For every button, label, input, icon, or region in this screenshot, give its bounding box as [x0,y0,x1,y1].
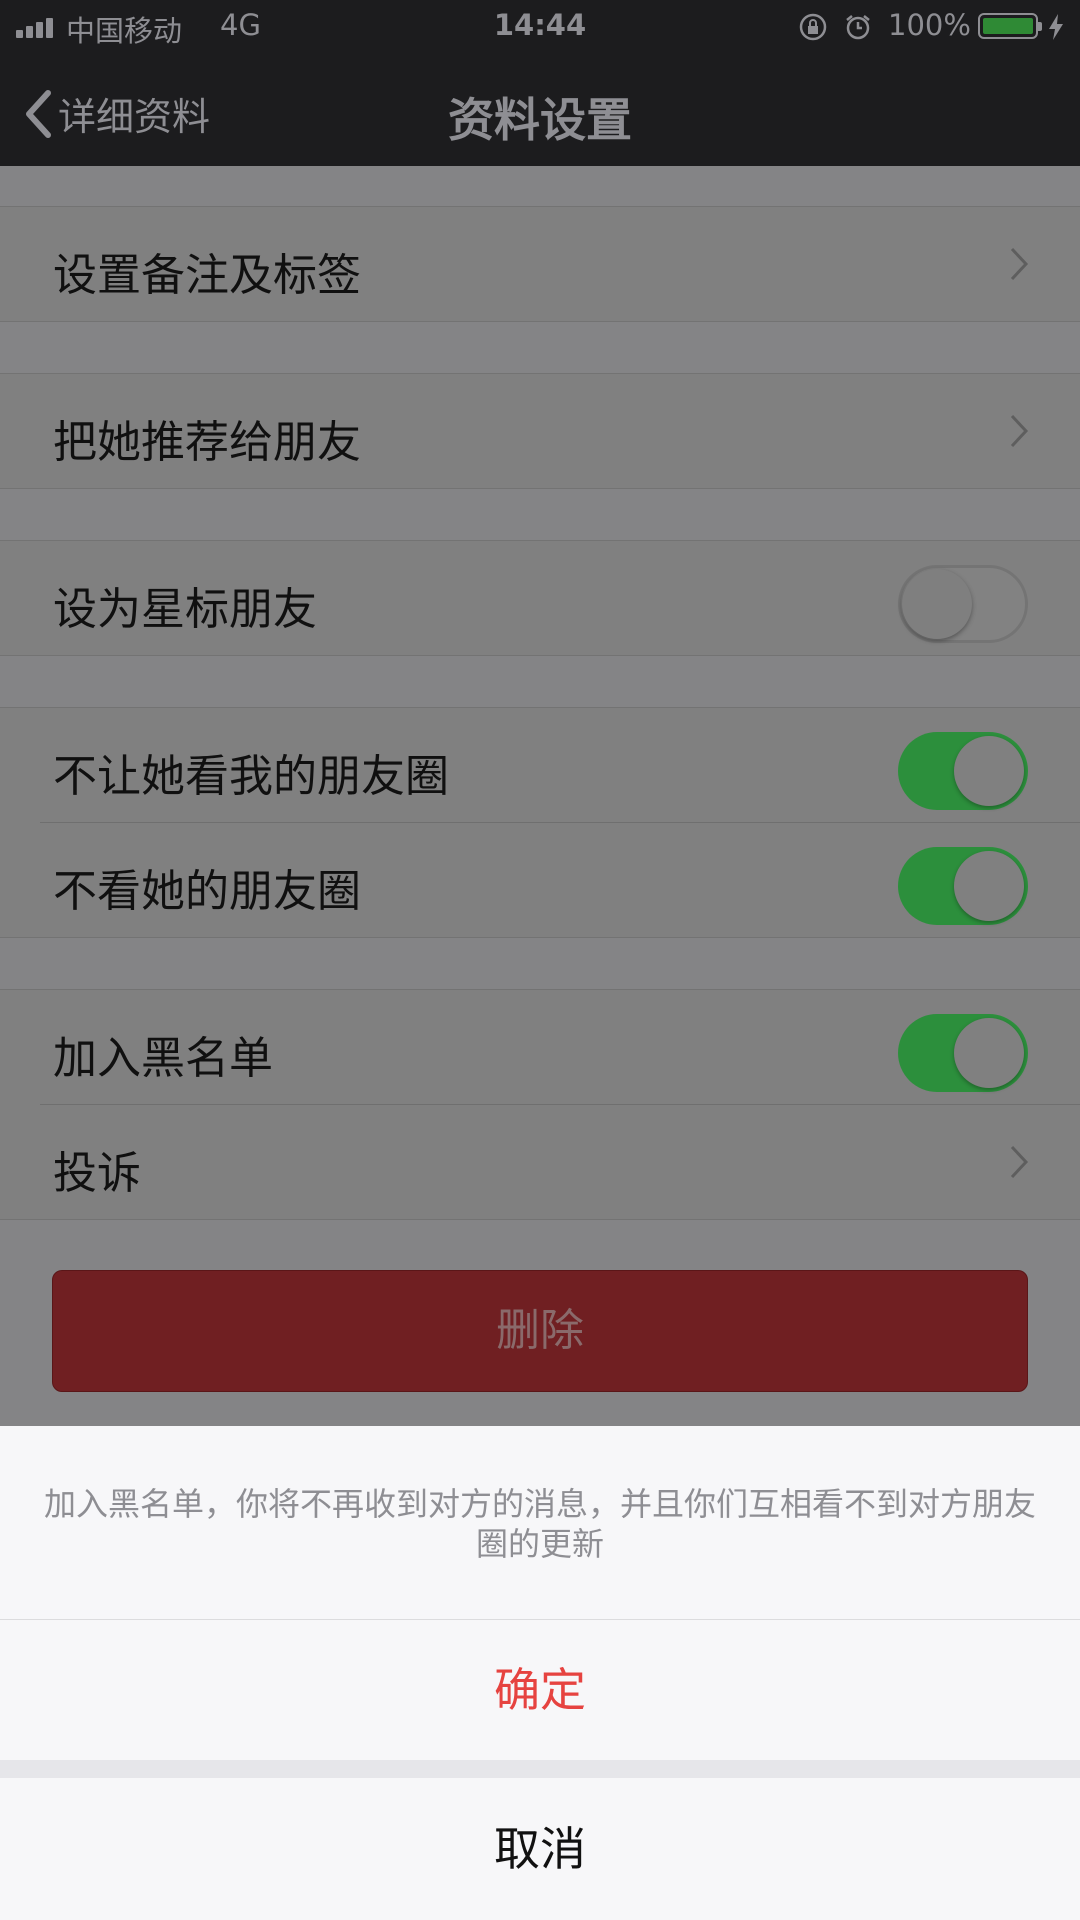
report-label: 投诉 [53,1148,141,1199]
toggle-knob [954,1018,1024,1088]
recommend-group: 把她推荐给朋友 [0,373,1080,489]
toggle-knob [902,569,972,639]
toggle-knob [954,851,1024,921]
chevron-right-icon [1010,414,1029,448]
battery-icon [978,13,1042,39]
cancel-button[interactable]: 取消 [0,1778,1080,1920]
sheet-separator [0,1760,1080,1778]
moments-privacy-group: 不让她看我的朋友圈 不看她的朋友圈 [0,707,1080,938]
action-sheet: 加入黑名单，你将不再收到对方的消息，并且你们互相看不到对方朋友圈的更新 确定 取… [0,1426,1080,1920]
page-title: 资料设置 [448,93,632,147]
chevron-right-icon [1010,1145,1029,1179]
delete-button[interactable]: 删除 [52,1270,1028,1392]
star-group: 设为星标朋友 [0,540,1080,656]
star-friend-item: 设为星标朋友 [0,541,1080,655]
remark-and-tags-item[interactable]: 设置备注及标签 [0,207,1080,321]
blacklist-item: 加入黑名单 [0,990,1080,1104]
blacklist-label: 加入黑名单 [53,1033,273,1084]
blacklist-group: 加入黑名单 投诉 [0,989,1080,1220]
report-item[interactable]: 投诉 [40,1104,1080,1219]
alarm-icon [843,12,873,49]
remark-label: 设置备注及标签 [53,250,361,301]
action-sheet-message: 加入黑名单，你将不再收到对方的消息，并且你们互相看不到对方朋友圈的更新 [43,1485,1036,1563]
confirm-button[interactable]: 确定 [0,1620,1080,1760]
not-view-her-moments-item: 不看她的朋友圈 [40,822,1080,937]
charging-icon [1046,12,1066,49]
star-friend-toggle[interactable] [898,565,1028,643]
blacklist-toggle[interactable] [898,1014,1028,1092]
chevron-right-icon [1010,247,1029,281]
status-bar: 中国移动 4G 14:44 100% [0,0,1080,56]
recommend-label: 把她推荐给朋友 [53,417,361,468]
hide-my-moments-toggle[interactable] [898,732,1028,810]
navigation-bar: 详细资料 资料设置 [0,56,1080,166]
remark-group: 设置备注及标签 [0,206,1080,322]
toggle-knob [954,736,1024,806]
not-view-her-moments-label: 不看她的朋友圈 [53,866,361,917]
recommend-to-friend-item[interactable]: 把她推荐给朋友 [0,374,1080,488]
hide-my-moments-item: 不让她看我的朋友圈 [0,708,1080,822]
star-friend-label: 设为星标朋友 [53,584,317,635]
hide-my-moments-label: 不让她看我的朋友圈 [53,751,449,802]
rotation-lock-icon [798,12,828,49]
battery-percent: 100% [888,8,971,42]
not-view-her-moments-toggle[interactable] [898,847,1028,925]
